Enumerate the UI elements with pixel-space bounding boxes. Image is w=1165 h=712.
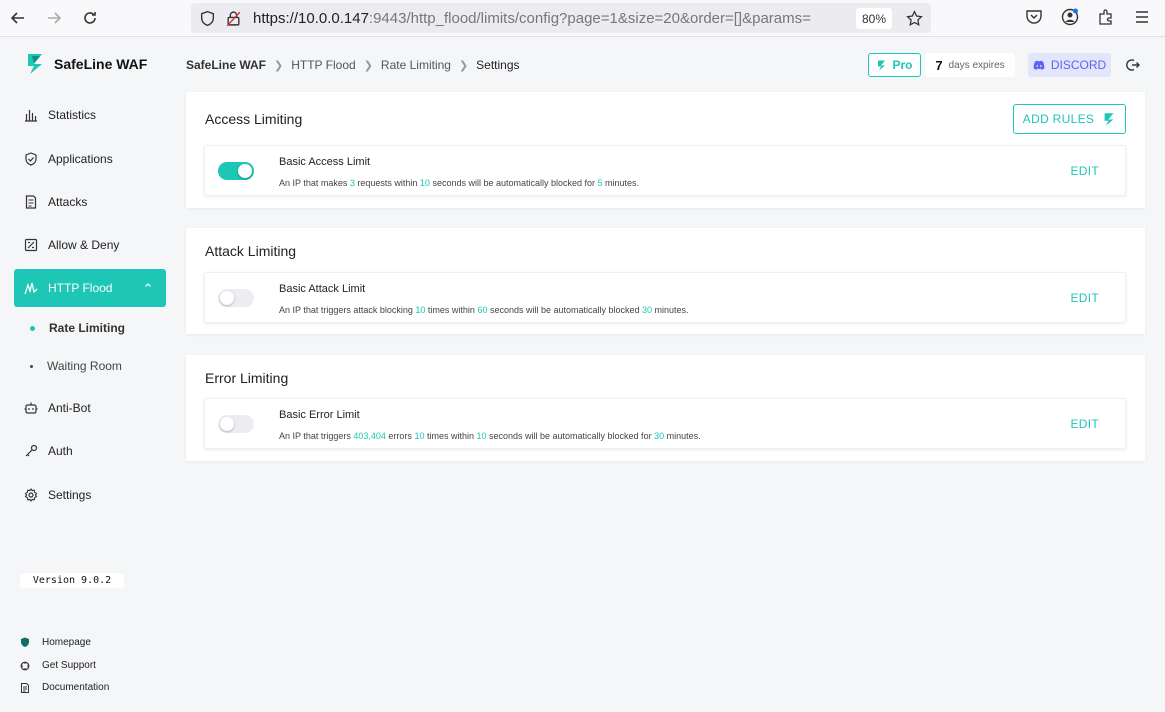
hamburger-menu-icon[interactable] xyxy=(1133,8,1151,26)
pro-badge[interactable]: Pro xyxy=(868,53,921,77)
footer-link-support[interactable]: Get Support xyxy=(20,660,96,671)
reload-icon xyxy=(84,12,96,24)
sidebar-item-label: Allow & Deny xyxy=(48,238,120,252)
gear-icon xyxy=(24,488,38,502)
sidebar-item-label: Statistics xyxy=(48,108,97,122)
rule-description: An IP that makes 3 requests within 10 se… xyxy=(279,178,640,188)
section-attack-limiting: Attack Limiting Basic Attack Limit An IP… xyxy=(186,228,1145,334)
chevron-right-icon: ❯ xyxy=(458,59,469,72)
shield-home-icon xyxy=(21,637,29,647)
sidebar-item-anti-bot[interactable]: Anti-Bot xyxy=(14,389,166,427)
sidebar-item-label: Attacks xyxy=(48,195,88,209)
rule-toggle[interactable] xyxy=(218,162,254,180)
rule-toggle[interactable] xyxy=(218,415,254,433)
pocket-icon[interactable] xyxy=(1025,8,1043,26)
section-title: Error Limiting xyxy=(205,370,289,386)
rule-card: Basic Error Limit An IP that triggers 40… xyxy=(204,398,1126,449)
logo[interactable]: SafeLine WAF xyxy=(24,52,147,76)
document-icon xyxy=(25,195,37,209)
sidebar-subitem-label: Rate Limiting xyxy=(49,321,126,335)
section-title: Access Limiting xyxy=(205,111,303,127)
toggle-knob xyxy=(238,164,252,178)
footer-link-homepage[interactable]: Homepage xyxy=(20,637,91,648)
breadcrumb-item[interactable]: Rate Limiting xyxy=(381,58,451,72)
robot-icon xyxy=(24,402,38,414)
support-icon xyxy=(20,661,30,670)
rule-name: Basic Access Limit xyxy=(279,156,371,168)
rule-description: An IP that triggers attack blocking 10 t… xyxy=(279,305,689,315)
sidebar-item-http-flood[interactable]: HTTP Flood xyxy=(14,269,166,307)
rule-description: An IP that triggers 403,404 errors 10 ti… xyxy=(279,431,701,441)
breadcrumb-item[interactable]: HTTP Flood xyxy=(291,58,355,72)
discord-button[interactable]: DISCORD xyxy=(1028,53,1111,77)
key-icon xyxy=(25,444,38,457)
reload-button[interactable] xyxy=(72,0,108,36)
discord-icon xyxy=(1033,60,1045,70)
sidebar-item-label: Auth xyxy=(48,444,73,458)
forward-button[interactable] xyxy=(36,0,72,36)
sidebar-item-auth[interactable]: Auth xyxy=(14,432,166,470)
logout-icon[interactable] xyxy=(1124,56,1142,74)
sidebar-item-settings[interactable]: Settings xyxy=(14,476,166,514)
edit-button[interactable]: EDIT xyxy=(1070,291,1099,305)
rule-toggle[interactable] xyxy=(218,289,254,307)
footer-link-documentation[interactable]: Documentation xyxy=(20,682,109,693)
pulse-icon xyxy=(24,282,38,295)
sidebar-subitem-rate-limiting[interactable]: Rate Limiting xyxy=(30,318,125,338)
breadcrumb-current: Settings xyxy=(476,58,520,72)
safeline-logo-icon xyxy=(1104,112,1114,126)
sidebar-item-applications[interactable]: Applications xyxy=(14,140,166,178)
safeline-logo-icon xyxy=(878,60,886,70)
insecure-lock-icon[interactable] xyxy=(225,10,242,27)
sidebar-item-label: HTTP Flood xyxy=(48,281,113,295)
license-expires: 7 days expires xyxy=(925,53,1015,77)
chevron-right-icon: ❯ xyxy=(274,59,284,72)
url-text[interactable]: https://10.0.0.147:9443/http_flood/limit… xyxy=(253,10,853,27)
back-button[interactable] xyxy=(0,0,36,36)
shield-check-icon xyxy=(25,152,37,166)
chevron-right-icon: ❯ xyxy=(363,59,373,72)
sidebar-item-label: Settings xyxy=(48,488,92,502)
document-icon xyxy=(21,682,29,693)
sidebar-item-attacks[interactable]: Attacks xyxy=(14,183,166,221)
section-title: Attack Limiting xyxy=(205,243,297,259)
sidebar-item-label: Anti-Bot xyxy=(48,401,91,415)
sidebar-item-label: Applications xyxy=(48,152,113,166)
toggle-knob xyxy=(220,291,234,305)
extensions-icon[interactable] xyxy=(1097,8,1115,26)
arrow-left-icon xyxy=(10,12,24,24)
edit-button[interactable]: EDIT xyxy=(1070,417,1099,431)
safeline-logo-icon xyxy=(28,54,42,74)
add-rules-button[interactable]: ADD RULES xyxy=(1013,104,1126,134)
browser-toolbar: https://10.0.0.147:9443/http_flood/limit… xyxy=(0,0,1165,37)
edit-button[interactable]: EDIT xyxy=(1070,164,1099,178)
sidebar-item-allow-deny[interactable]: Allow & Deny xyxy=(14,226,166,264)
bullet-dot-icon xyxy=(30,364,33,368)
sidebar-subitem-label: Waiting Room xyxy=(47,359,122,373)
rule-name: Basic Attack Limit xyxy=(279,283,366,295)
rule-name: Basic Error Limit xyxy=(279,409,360,421)
bar-chart-icon xyxy=(25,110,37,122)
version-badge: Version 9.0.2 xyxy=(20,573,124,588)
sidebar-item-statistics[interactable]: Statistics xyxy=(14,96,166,134)
section-access-limiting: Access Limiting ADD RULES Basic Access L… xyxy=(186,92,1145,208)
address-bar[interactable]: https://10.0.0.147:9443/http_flood/limit… xyxy=(191,3,931,33)
breadcrumb-item[interactable]: SafeLine WAF xyxy=(186,58,266,72)
breadcrumb: SafeLine WAF ❯ HTTP Flood ❯ Rate Limitin… xyxy=(186,58,520,72)
arrow-right-icon xyxy=(48,12,62,24)
shield-icon[interactable] xyxy=(199,10,216,27)
chevron-up-icon xyxy=(144,281,152,292)
zoom-level[interactable]: 80% xyxy=(856,8,892,29)
logo-text: SafeLine WAF xyxy=(54,56,148,72)
allow-deny-icon xyxy=(24,238,38,252)
star-bookmark-icon[interactable] xyxy=(906,10,923,27)
bullet-dot-icon xyxy=(30,325,35,331)
toggle-knob xyxy=(220,417,234,431)
sidebar-subitem-waiting-room[interactable]: Waiting Room xyxy=(30,356,122,376)
rule-card: Basic Access Limit An IP that makes 3 re… xyxy=(204,145,1126,196)
rule-card: Basic Attack Limit An IP that triggers a… xyxy=(204,272,1126,323)
account-icon[interactable] xyxy=(1061,8,1079,26)
section-error-limiting: Error Limiting Basic Error Limit An IP t… xyxy=(186,355,1145,461)
